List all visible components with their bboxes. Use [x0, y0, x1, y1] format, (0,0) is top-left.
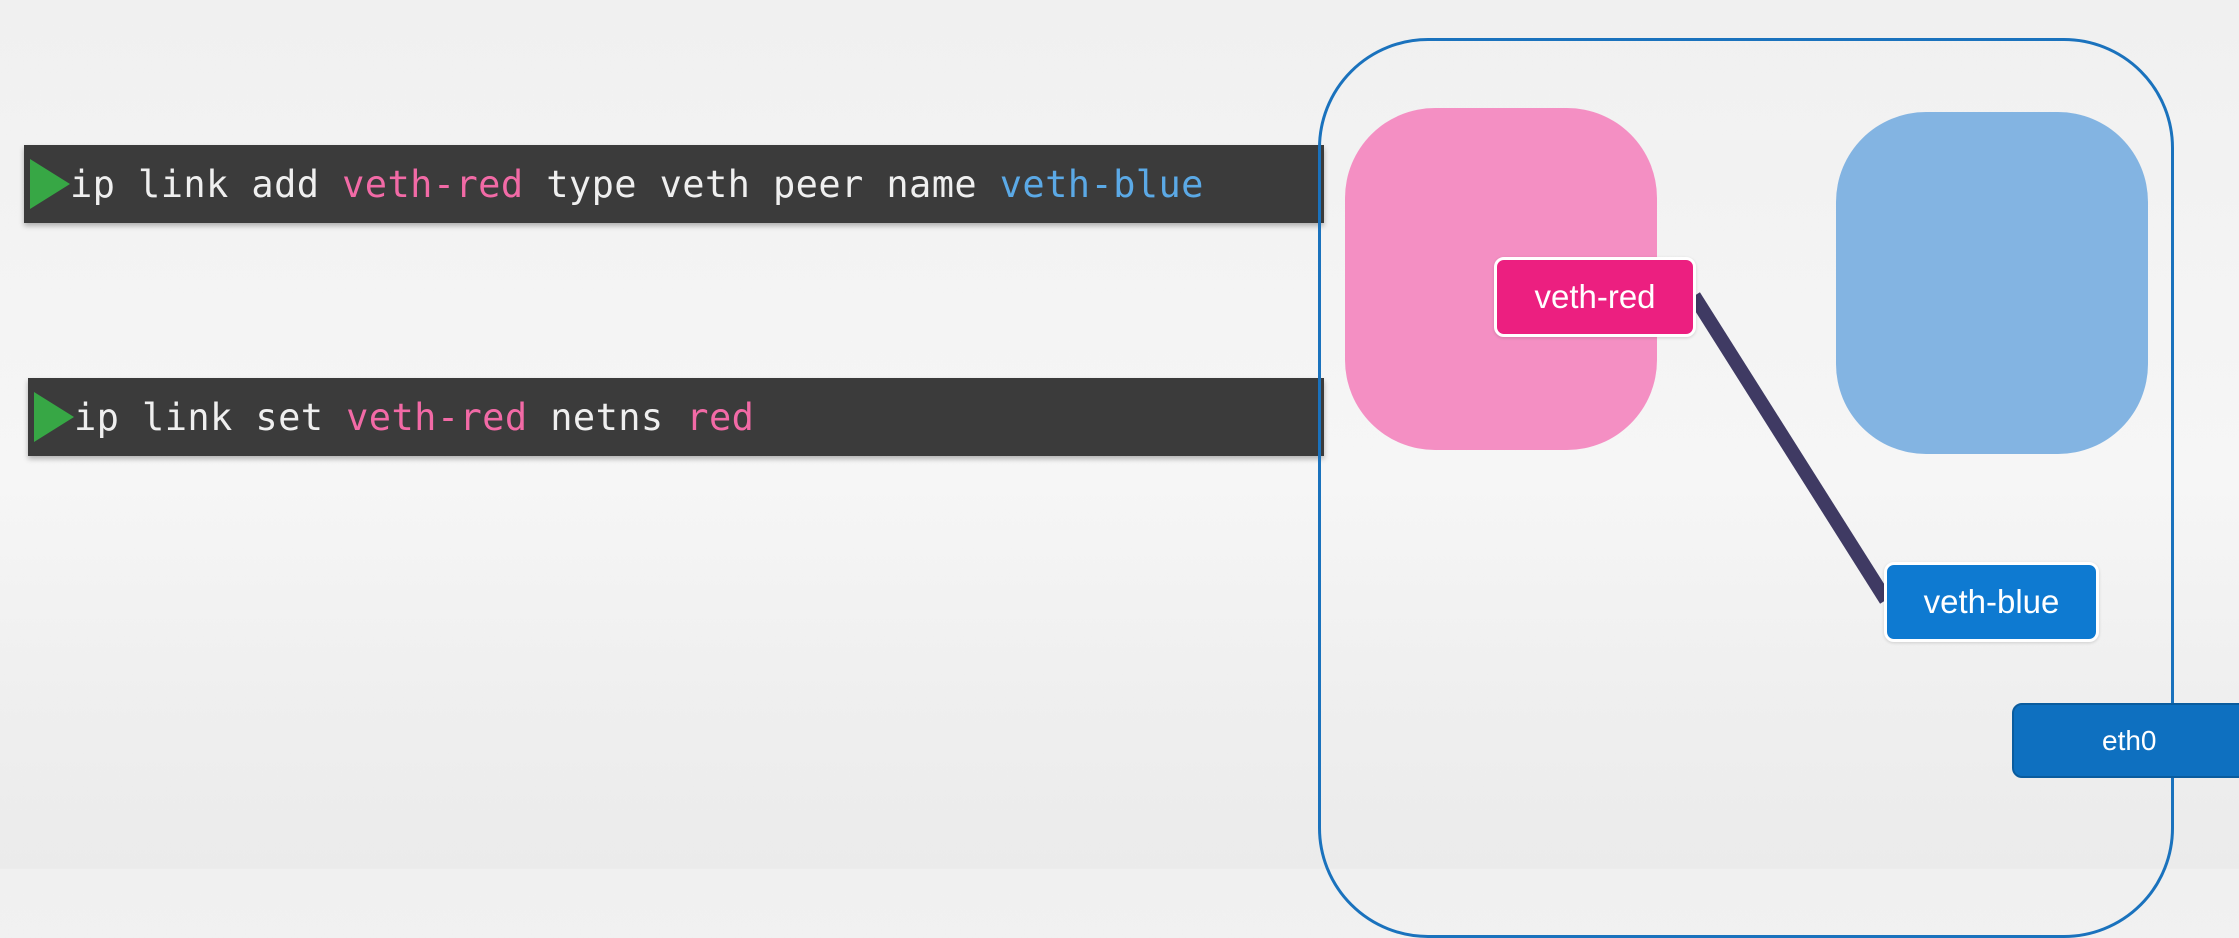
eth0-interface: eth0 [2012, 703, 2239, 778]
veth-blue-interface: veth-blue [1884, 562, 2099, 642]
veth-pair-line [1688, 292, 1892, 604]
veth-red-interface: veth-red [1494, 257, 1696, 337]
veth-link-cable [1688, 292, 1892, 604]
